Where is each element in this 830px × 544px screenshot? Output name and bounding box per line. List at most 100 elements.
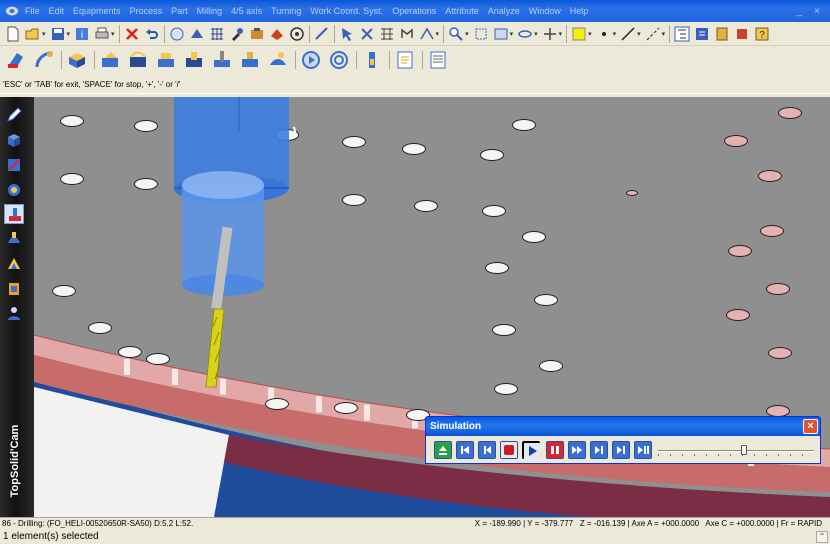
skip-to-end-button[interactable] bbox=[634, 441, 652, 459]
step-backward-button[interactable] bbox=[478, 441, 496, 459]
menu-file[interactable]: File bbox=[25, 6, 40, 16]
eject-button[interactable] bbox=[434, 441, 452, 459]
point-style-icon[interactable] bbox=[596, 26, 612, 42]
fast-forward-button[interactable] bbox=[568, 441, 586, 459]
menu-help[interactable]: Help bbox=[570, 6, 589, 16]
deselect-icon[interactable] bbox=[359, 26, 375, 42]
rim-marker bbox=[220, 378, 226, 395]
drill-hole bbox=[53, 286, 75, 296]
tool-icon[interactable] bbox=[229, 26, 245, 42]
mesh-icon[interactable] bbox=[209, 26, 225, 42]
slider-thumb[interactable] bbox=[740, 445, 747, 455]
menu-operations[interactable]: Operations bbox=[392, 6, 436, 16]
cam-mode-icon[interactable] bbox=[4, 204, 24, 224]
simulation-close-button[interactable]: × bbox=[803, 419, 818, 434]
simulation-title: Simulation bbox=[430, 421, 482, 432]
menu-part[interactable]: Part bbox=[171, 6, 188, 16]
surface-icon[interactable] bbox=[267, 49, 289, 71]
verify-icon[interactable] bbox=[328, 49, 350, 71]
axe-a-value: Axe A = +000.0000 bbox=[631, 519, 700, 528]
simulation-panel: Simulation × bbox=[425, 416, 821, 464]
color-icon[interactable] bbox=[571, 26, 587, 42]
select-icon[interactable] bbox=[339, 26, 355, 42]
machine-icon[interactable] bbox=[249, 26, 265, 42]
simulation-speed-slider[interactable] bbox=[658, 445, 814, 457]
library-icon[interactable] bbox=[734, 26, 750, 42]
info-icon[interactable]: i bbox=[74, 26, 90, 42]
menu-window[interactable]: Window bbox=[529, 6, 561, 16]
documentation-icon[interactable] bbox=[394, 49, 416, 71]
drill-hole bbox=[343, 195, 365, 205]
step-forward-button[interactable] bbox=[590, 441, 608, 459]
contour-icon[interactable] bbox=[127, 49, 149, 71]
new-document-icon[interactable] bbox=[5, 26, 21, 42]
menu-attribute[interactable]: Attribute bbox=[445, 6, 479, 16]
properties-icon[interactable] bbox=[694, 26, 710, 42]
menu-analyze[interactable]: Analyze bbox=[488, 6, 520, 16]
thread-icon[interactable] bbox=[239, 49, 261, 71]
fit-icon[interactable] bbox=[493, 26, 509, 42]
menu-4-5-axis[interactable]: 4/5 axis bbox=[231, 6, 262, 16]
pocket-icon[interactable] bbox=[99, 49, 121, 71]
layer-icon[interactable] bbox=[419, 26, 435, 42]
simulation-icon[interactable] bbox=[300, 49, 322, 71]
drafting-icon[interactable] bbox=[4, 254, 24, 274]
menu-turning[interactable]: Turning bbox=[271, 6, 301, 16]
tool-library-icon[interactable] bbox=[361, 49, 383, 71]
view-icon[interactable] bbox=[289, 26, 305, 42]
menu-process[interactable]: Process bbox=[130, 6, 163, 16]
show-icon[interactable] bbox=[399, 26, 415, 42]
pencil-icon[interactable] bbox=[4, 105, 24, 125]
selection-bar: 1 element(s) selected ⌃ bbox=[0, 530, 830, 544]
machining-icon[interactable] bbox=[5, 49, 27, 71]
redraw-icon[interactable] bbox=[169, 26, 185, 42]
pan-icon[interactable] bbox=[542, 26, 558, 42]
stock-model-icon[interactable] bbox=[66, 49, 88, 71]
drill-hole bbox=[147, 354, 169, 364]
menu-milling[interactable]: Milling bbox=[197, 6, 223, 16]
mold-icon[interactable] bbox=[4, 279, 24, 299]
user-icon[interactable] bbox=[4, 303, 24, 323]
cube-icon[interactable] bbox=[4, 130, 24, 150]
rotate-view-icon[interactable] bbox=[517, 26, 533, 42]
play-button[interactable] bbox=[522, 441, 540, 459]
menu-edit[interactable]: Edit bbox=[49, 6, 65, 16]
post-processor-icon[interactable] bbox=[427, 49, 449, 71]
delete-icon[interactable] bbox=[124, 26, 140, 42]
toolpath-icon[interactable] bbox=[33, 49, 55, 71]
slot-icon[interactable] bbox=[183, 49, 205, 71]
sketch-icon[interactable] bbox=[4, 155, 24, 175]
drill-hole bbox=[483, 206, 505, 216]
drill-cycle-icon[interactable] bbox=[211, 49, 233, 71]
pause-button[interactable] bbox=[546, 441, 564, 459]
assembly-icon[interactable] bbox=[4, 180, 24, 200]
undo-icon[interactable] bbox=[144, 26, 160, 42]
simulation-title-bar[interactable]: Simulation × bbox=[426, 417, 820, 436]
next-operation-button[interactable] bbox=[612, 441, 630, 459]
line-type-icon[interactable] bbox=[645, 26, 661, 42]
save-icon[interactable] bbox=[50, 26, 66, 42]
open-folder-icon[interactable] bbox=[25, 26, 41, 42]
face-icon[interactable] bbox=[155, 49, 177, 71]
expand-up-icon[interactable]: ⌃ bbox=[816, 531, 828, 543]
close-window-button[interactable]: × bbox=[814, 6, 820, 17]
left-toolbar: TopSolid'Cam bbox=[0, 97, 34, 517]
zoom-window-icon[interactable] bbox=[473, 26, 489, 42]
line-style-icon[interactable] bbox=[620, 26, 636, 42]
zoom-icon[interactable] bbox=[448, 26, 464, 42]
print-icon[interactable] bbox=[94, 26, 110, 42]
help-icon[interactable]: ? bbox=[754, 26, 770, 42]
hide-icon[interactable] bbox=[379, 26, 395, 42]
menu-equipments[interactable]: Equipments bbox=[73, 6, 121, 16]
measure-icon[interactable] bbox=[314, 26, 330, 42]
stop-button[interactable] bbox=[500, 441, 518, 459]
drill-hole bbox=[513, 120, 535, 130]
stock-icon[interactable] bbox=[269, 26, 285, 42]
minimize-button[interactable]: _ bbox=[797, 6, 803, 17]
tree-icon[interactable] bbox=[674, 26, 690, 42]
turning-mode-icon[interactable] bbox=[4, 229, 24, 249]
shade-icon[interactable] bbox=[189, 26, 205, 42]
skip-to-start-button[interactable] bbox=[456, 441, 474, 459]
book-icon[interactable] bbox=[714, 26, 730, 42]
menu-work-coord-syst[interactable]: Work Coord. Syst. bbox=[310, 6, 383, 16]
